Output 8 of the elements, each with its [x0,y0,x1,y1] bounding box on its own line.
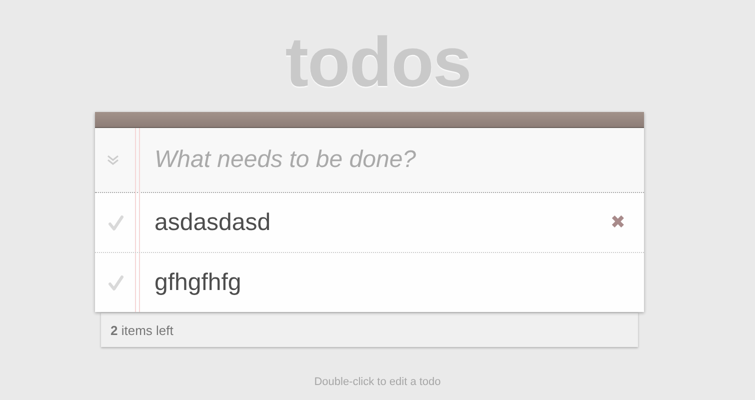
todo-text[interactable]: asdasdasd [154,208,271,236]
todo-text[interactable]: gfhgfhfg [154,268,242,296]
checkmark-icon[interactable] [106,274,124,292]
chevrons-down-icon[interactable] [94,128,134,193]
new-todo-field[interactable]: What needs to be done? [134,128,644,193]
hint-text: Double-click to edit a todo [314,376,441,388]
checkmark-icon[interactable] [106,214,124,232]
items-left-count: 2 items left [110,322,174,338]
